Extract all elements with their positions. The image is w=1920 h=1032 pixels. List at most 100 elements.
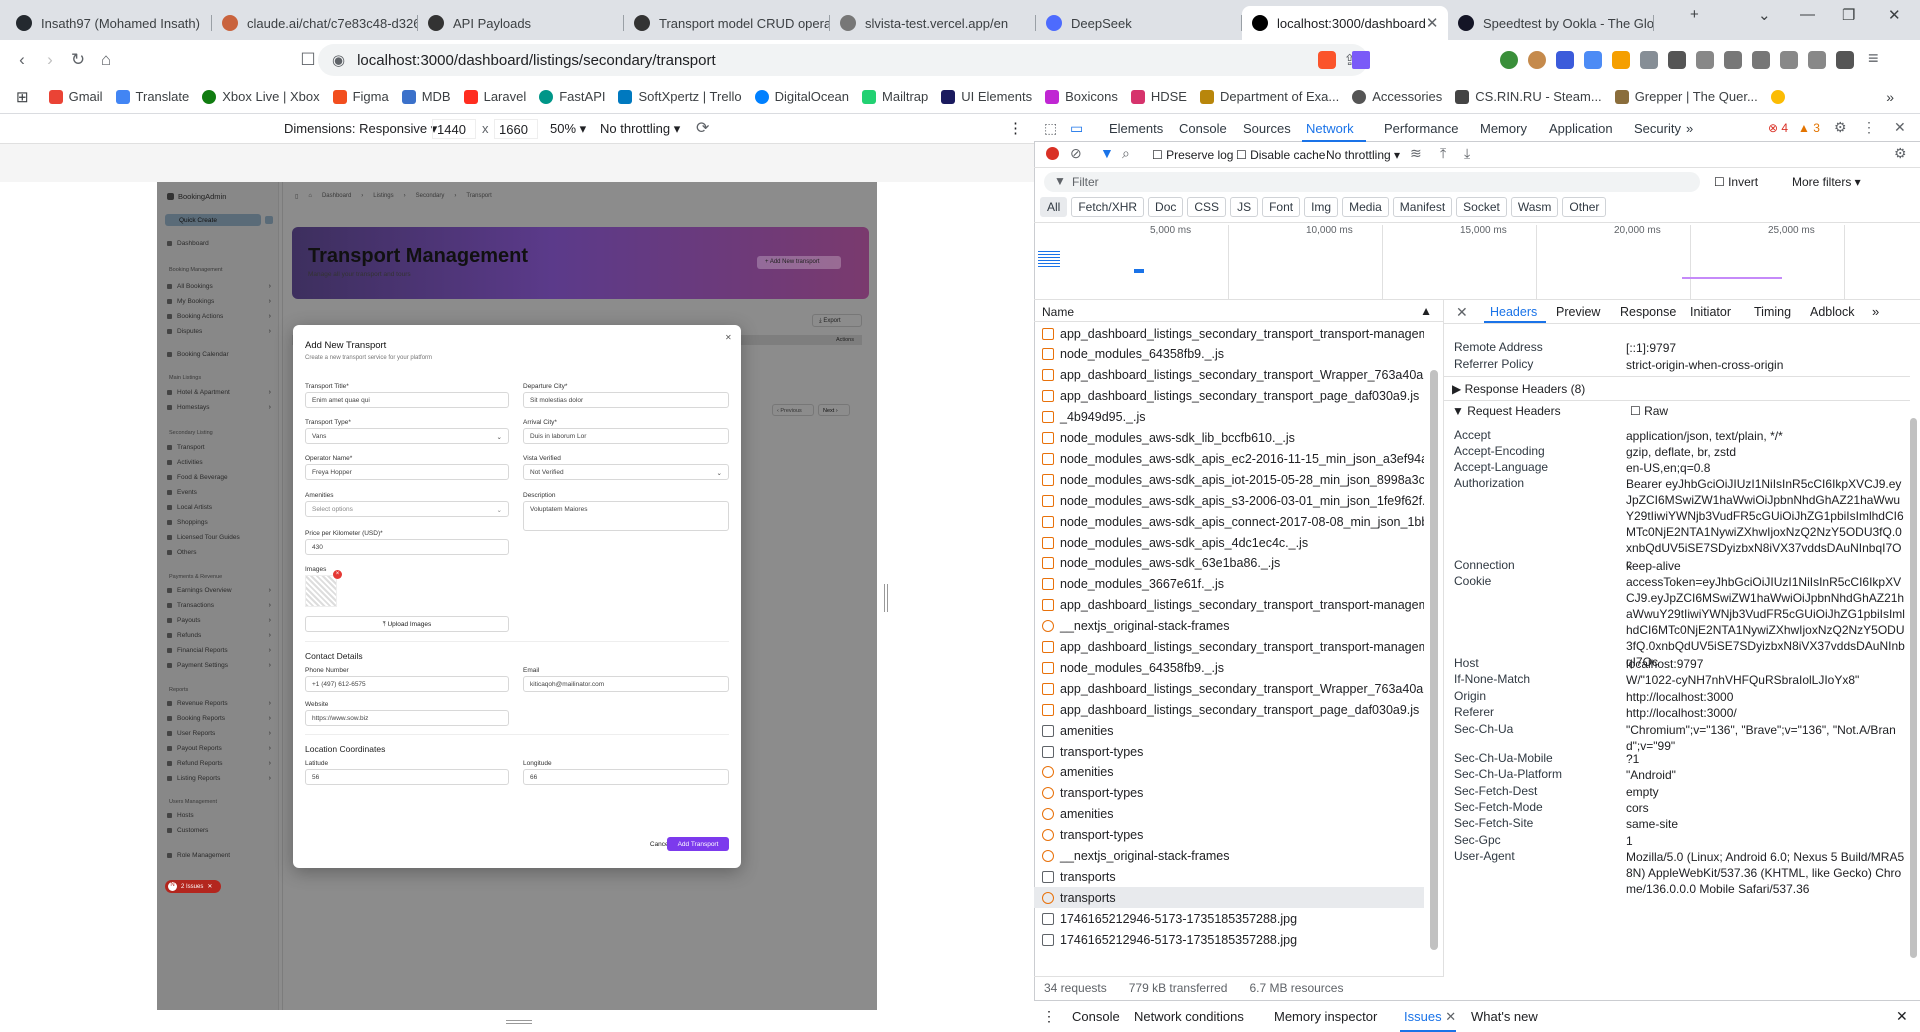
- browser-tab[interactable]: Speedtest by Ookla - The Glo✕: [1448, 6, 1654, 40]
- sidebar-item-all-bookings[interactable]: All Bookings ›: [167, 283, 271, 290]
- bookmark-item[interactable]: HDSE: [1130, 89, 1187, 104]
- rotate-icon[interactable]: ⟳: [696, 118, 709, 138]
- more-options-icon[interactable]: ⋮: [1008, 119, 1023, 137]
- scrollbar[interactable]: [1430, 370, 1438, 950]
- tab-security[interactable]: Security: [1634, 121, 1681, 136]
- request-row[interactable]: app_dashboard_listings_secondary_transpo…: [1034, 595, 1424, 616]
- error-count[interactable]: ⊗ 4: [1768, 121, 1788, 135]
- bookmark-item[interactable]: Department of Exa...: [1199, 89, 1339, 104]
- resize-handle-bottom[interactable]: [506, 1020, 532, 1024]
- sidebar-item-refunds[interactable]: Refunds ›: [167, 632, 271, 639]
- request-headers-section[interactable]: ▼ Request Headers: [1452, 404, 1561, 418]
- request-row[interactable]: amenities: [1034, 804, 1424, 825]
- chip-fetch[interactable]: Fetch/XHR: [1071, 197, 1145, 217]
- sidebar-item-listing-reports[interactable]: Listing Reports ›: [167, 775, 271, 782]
- zoom-select[interactable]: 50% ▾: [550, 121, 586, 137]
- bookmark-item[interactable]: [1770, 89, 1791, 104]
- transport-title-input[interactable]: Enim amet quae qui: [305, 392, 509, 408]
- browser-tab-active[interactable]: localhost:3000/dashboard ✕: [1242, 6, 1448, 40]
- invert-checkbox[interactable]: ☐ Invert: [1714, 175, 1758, 189]
- next-button[interactable]: Next ›: [818, 404, 850, 416]
- sidebar-item-user-reports[interactable]: User Reports ›: [167, 730, 271, 737]
- sidebar-item-financial-reports[interactable]: Financial Reports ›: [167, 647, 271, 654]
- sidebar-item-food[interactable]: Food & Beverage: [167, 474, 271, 481]
- reload-icon[interactable]: ↻: [64, 50, 92, 70]
- inspect-icon[interactable]: ⬚: [1044, 120, 1057, 137]
- sidebar-item-payment-settings[interactable]: Payment Settings ›: [167, 662, 271, 669]
- downloads-icon[interactable]: [1836, 51, 1854, 69]
- departure-city-input[interactable]: Sit molestias dolor: [523, 392, 729, 408]
- sidebar-item-my-bookings[interactable]: My Bookings ›: [167, 298, 271, 305]
- tab-application[interactable]: Application: [1549, 121, 1613, 136]
- bookmark-item[interactable]: Figma: [332, 89, 389, 104]
- extension-icon[interactable]: [1500, 51, 1518, 69]
- back-icon[interactable]: ‹: [8, 50, 36, 70]
- chip-css[interactable]: CSS: [1187, 197, 1227, 217]
- quick-create-button[interactable]: Quick Create: [165, 214, 261, 226]
- preserve-log-checkbox[interactable]: ☐ Preserve log: [1152, 148, 1233, 162]
- brave-shield-icon[interactable]: [1318, 51, 1336, 69]
- price-per-km-input[interactable]: 430: [305, 539, 509, 555]
- sidebar-item-booking-calendar[interactable]: Booking Calendar: [167, 351, 271, 358]
- tab-timing[interactable]: Timing: [1754, 305, 1791, 319]
- sidebar-item-events[interactable]: Events: [167, 489, 271, 496]
- sidebar-item-dashboard[interactable]: Dashboard: [167, 240, 271, 247]
- phone-input[interactable]: +1 (497) 612-6575: [305, 676, 509, 692]
- bookmark-item[interactable]: Translate: [115, 89, 189, 104]
- upload-images-button[interactable]: ⤒ Upload Images: [305, 616, 509, 632]
- request-row[interactable]: node_modules_aws-sdk_apis_ec2-2016-11-15…: [1034, 448, 1424, 469]
- email-input[interactable]: kiticaqoh@mailinator.com: [523, 676, 729, 692]
- browser-tab[interactable]: claude.ai/chat/c7e83c48-d326: [212, 6, 418, 40]
- extension-icon[interactable]: [1556, 51, 1574, 69]
- export-button[interactable]: ⤓ Export: [812, 314, 862, 327]
- breadcrumb-item[interactable]: Dashboard: [322, 193, 351, 200]
- more-tabs-icon[interactable]: »: [1872, 304, 1879, 319]
- cookie-icon[interactable]: [1528, 51, 1546, 69]
- width-input[interactable]: 1440: [432, 119, 476, 139]
- tab-response[interactable]: Response: [1620, 305, 1676, 319]
- request-row[interactable]: node_modules_aws-sdk_apis_iot-2015-05-28…: [1034, 469, 1424, 490]
- request-row[interactable]: app_dashboard_listings_secondary_transpo…: [1034, 678, 1424, 699]
- leo-ai-icon[interactable]: [1780, 51, 1798, 69]
- request-row[interactable]: node_modules_aws-sdk_lib_bccfb610._.js: [1034, 428, 1424, 449]
- issues-badge[interactable]: N2 Issues ✕: [165, 880, 221, 893]
- search-icon[interactable]: ⌕: [1122, 145, 1130, 162]
- sidebar-item-payouts[interactable]: Payouts ›: [167, 617, 271, 624]
- request-row[interactable]: app_dashboard_listings_secondary_transpo…: [1034, 386, 1424, 407]
- site-info-icon[interactable]: ◉: [332, 51, 345, 69]
- drawer-tab-network-conditions[interactable]: Network conditions: [1134, 1009, 1244, 1024]
- sidebar-item-revenue-reports[interactable]: Revenue Reports ›: [167, 700, 271, 707]
- request-row[interactable]: 1746165212946-5173-1735185357288.jpg: [1034, 908, 1424, 929]
- amenities-select[interactable]: Select options ⌄: [305, 501, 509, 517]
- sidebar-item-activities[interactable]: Activities: [167, 459, 271, 466]
- record-icon[interactable]: [1046, 147, 1059, 160]
- sidebar-item-tour-guides[interactable]: Licensed Tour Guides: [167, 534, 271, 541]
- request-row[interactable]: amenities: [1034, 762, 1424, 783]
- close-icon[interactable]: ✕: [725, 333, 732, 342]
- sidebar-item-shoppings[interactable]: Shoppings: [167, 519, 271, 526]
- transport-type-select[interactable]: Vans ⌄: [305, 428, 509, 444]
- tab-headers[interactable]: Headers: [1490, 305, 1537, 319]
- resize-handle-right[interactable]: [884, 584, 888, 612]
- request-row[interactable]: node_modules_aws-sdk_apis_4dc1ec4c._.js: [1034, 532, 1424, 553]
- description-textarea[interactable]: Voluptatem Maiores: [523, 501, 729, 531]
- chip-font[interactable]: Font: [1262, 197, 1301, 217]
- close-window-icon[interactable]: ✕: [1888, 6, 1901, 24]
- home-icon[interactable]: ⌂: [92, 50, 120, 70]
- sidebar-item-role-management[interactable]: Role Management: [167, 852, 271, 859]
- close-icon[interactable]: ✕: [1426, 14, 1439, 32]
- request-row[interactable]: __nextjs_original-stack-frames: [1034, 616, 1424, 637]
- chip-socket[interactable]: Socket: [1456, 197, 1507, 217]
- request-row[interactable]: node_modules_aws-sdk_apis_s3-2006-03-01_…: [1034, 490, 1424, 511]
- chip-wasm[interactable]: Wasm: [1510, 197, 1559, 217]
- browser-tab[interactable]: slvista-test.vercel.app/en: [830, 6, 1036, 40]
- bookmark-item[interactable]: DigitalOcean: [754, 89, 849, 104]
- request-row[interactable]: app_dashboard_listings_secondary_transpo…: [1034, 323, 1424, 344]
- drawer-tab-issues[interactable]: Issues ✕: [1404, 1009, 1456, 1025]
- tab-performance[interactable]: Performance: [1384, 121, 1458, 136]
- chevron-down-icon[interactable]: ⌄: [1758, 6, 1771, 24]
- bookmark-item[interactable]: UI Elements: [941, 89, 1032, 104]
- more-options-icon[interactable]: ⋮: [1862, 119, 1876, 136]
- puzzle-icon[interactable]: [1696, 51, 1714, 69]
- chip-media[interactable]: Media: [1342, 197, 1389, 217]
